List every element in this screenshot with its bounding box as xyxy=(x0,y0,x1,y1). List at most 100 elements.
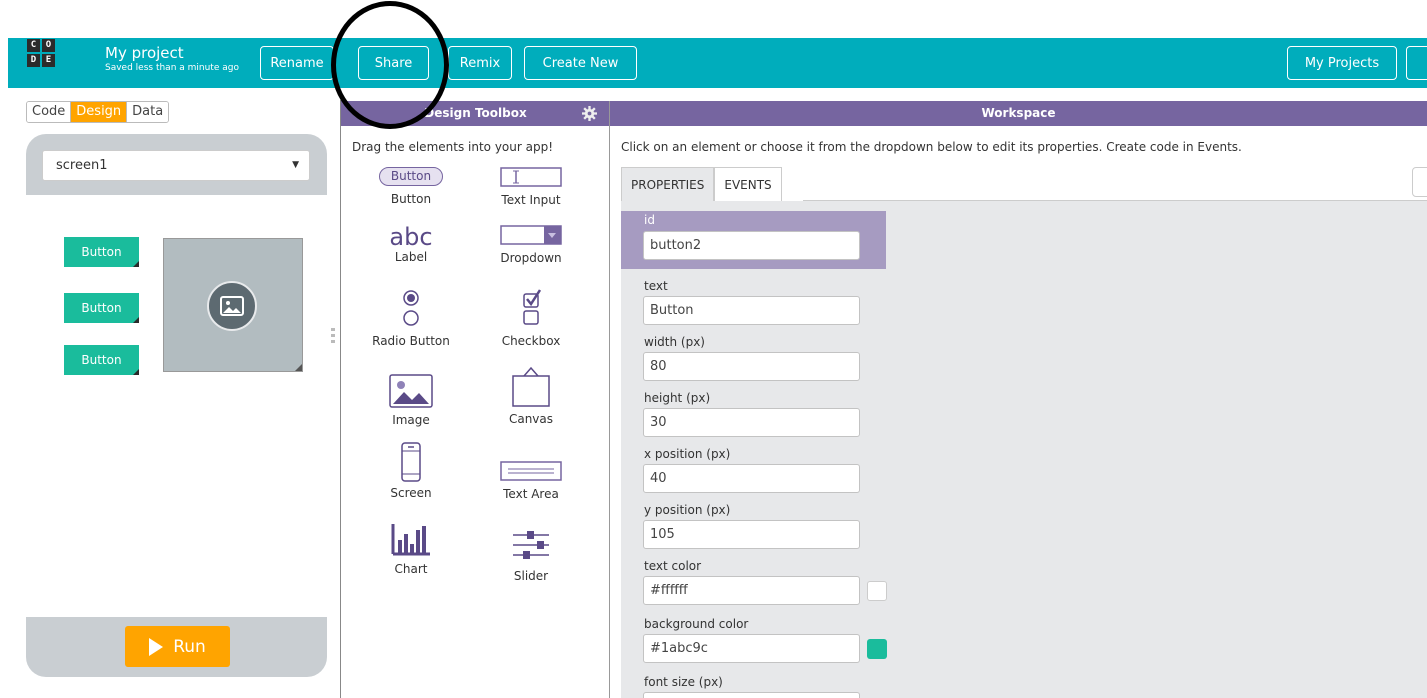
logo-letter: D xyxy=(27,54,40,67)
text-area-icon xyxy=(500,461,562,481)
workspace-hint: Click on an element or choose it from th… xyxy=(621,140,1242,154)
remix-button[interactable]: Remix xyxy=(448,46,512,80)
tool-label: Radio Button xyxy=(372,334,450,348)
font-size-label: font size (px) xyxy=(644,675,723,689)
font-size-input[interactable] xyxy=(643,692,860,698)
text-input[interactable]: Button xyxy=(643,296,860,325)
toolbox-item-chart[interactable]: Chart xyxy=(366,522,456,576)
image-icon xyxy=(207,281,257,331)
label-tool-icon: abc xyxy=(389,223,433,251)
run-button[interactable]: Run xyxy=(125,626,230,667)
id-label: id xyxy=(644,213,655,227)
tool-label: Checkbox xyxy=(501,334,561,348)
dropdown-icon xyxy=(500,225,562,245)
resize-grip-handle[interactable] xyxy=(331,328,335,346)
background-color-swatch[interactable] xyxy=(867,639,887,659)
toolbox-item-slider[interactable]: Slider xyxy=(486,529,576,583)
text-color-label: text color xyxy=(644,559,702,573)
tool-label: Canvas xyxy=(508,412,554,426)
gear-icon[interactable] xyxy=(582,106,597,121)
workspace-header: Workspace xyxy=(610,101,1427,126)
canvas-tool-icon xyxy=(512,366,550,407)
toolbox-item-dropdown[interactable]: Dropdown xyxy=(486,225,576,265)
rename-button[interactable]: Rename xyxy=(260,46,334,80)
tab-events[interactable]: EVENTS xyxy=(714,167,782,201)
project-title: My project xyxy=(105,44,184,62)
y-position-label: y position (px) xyxy=(644,503,731,517)
width-input[interactable]: 80 xyxy=(643,352,860,381)
toolbox-item-canvas[interactable]: Canvas xyxy=(486,366,576,426)
data-mode-tab[interactable]: Data xyxy=(127,102,169,122)
element-select-dropdown[interactable] xyxy=(1412,167,1427,197)
app-screen-canvas[interactable]: Button Button Button xyxy=(26,195,327,617)
radio-button-icon xyxy=(403,290,419,326)
tab-properties[interactable]: PROPERTIES xyxy=(621,167,715,201)
slider-tool-icon xyxy=(513,531,549,559)
logo-letter: O xyxy=(42,39,55,52)
checkbox-icon xyxy=(523,289,541,325)
workspace-tabs: PROPERTIES EVENTS xyxy=(621,167,782,201)
width-label: width (px) xyxy=(644,335,705,349)
toolbox-item-checkbox[interactable]: Checkbox xyxy=(486,288,576,348)
app-button[interactable]: Button xyxy=(64,345,139,375)
code-mode-tab[interactable]: Code xyxy=(27,102,72,122)
toolbox-title: Design Toolbox xyxy=(424,106,527,120)
x-position-input[interactable]: 40 xyxy=(643,464,860,493)
tool-label: Screen xyxy=(390,486,432,500)
button-tool-icon: Button xyxy=(379,167,443,186)
tool-label: Chart xyxy=(394,562,428,576)
toolbox-item-image[interactable]: Image xyxy=(366,374,456,427)
my-projects-button[interactable]: My Projects xyxy=(1287,46,1397,80)
chart-tool-icon xyxy=(391,524,430,556)
header-menu-button[interactable] xyxy=(1406,46,1427,80)
toolbox-item-text-input[interactable]: Text Input xyxy=(486,167,576,207)
image-tool-icon xyxy=(389,374,433,408)
share-button[interactable]: Share xyxy=(358,46,429,80)
app-preview-phone: screen1 ▼ Button Button Button Run xyxy=(26,134,327,677)
tool-label: Button xyxy=(390,192,432,206)
run-label: Run xyxy=(173,636,206,657)
panel-divider xyxy=(340,100,341,698)
app-button[interactable]: Button xyxy=(64,237,139,267)
mode-toggle: Code Design Data xyxy=(26,101,170,123)
panel-divider xyxy=(609,101,610,698)
tool-label: Text Area xyxy=(503,487,559,501)
toolbox-item-screen[interactable]: Screen xyxy=(366,442,456,500)
app-image-placeholder[interactable] xyxy=(163,238,303,372)
tool-label: Slider xyxy=(513,569,549,583)
tool-label: Label xyxy=(394,250,428,264)
screen-dropdown[interactable]: screen1 ▼ xyxy=(42,150,310,181)
id-input[interactable]: button2 xyxy=(643,231,860,260)
height-input[interactable]: 30 xyxy=(643,408,860,437)
save-status: Saved less than a minute ago xyxy=(105,63,239,73)
app-button[interactable]: Button xyxy=(64,293,139,323)
screen-dropdown-value: screen1 xyxy=(56,158,108,173)
y-position-input[interactable]: 105 xyxy=(643,520,860,549)
design-mode-tab[interactable]: Design xyxy=(71,102,128,122)
x-position-label: x position (px) xyxy=(644,447,731,461)
text-label: text xyxy=(644,279,668,293)
tool-label: Dropdown xyxy=(500,251,562,265)
logo-letter: C xyxy=(27,39,40,52)
toolbox-item-label[interactable]: abc Label xyxy=(366,224,456,264)
tool-label: Image xyxy=(392,413,430,427)
dropdown-caret-icon: ▼ xyxy=(292,160,299,170)
play-icon xyxy=(149,637,164,656)
code-org-logo[interactable]: C O D E xyxy=(27,39,55,67)
text-color-swatch[interactable] xyxy=(867,581,887,601)
toolbox-item-radio-button[interactable]: Radio Button xyxy=(366,290,456,348)
background-color-input[interactable]: #1abc9c xyxy=(643,634,860,663)
toolbox-item-text-area[interactable]: Text Area xyxy=(486,461,576,501)
text-color-input[interactable]: #ffffff xyxy=(643,576,860,605)
tool-label: Text Input xyxy=(501,193,561,207)
screen-tool-icon xyxy=(401,442,421,482)
height-label: height (px) xyxy=(644,391,711,405)
text-input-icon xyxy=(500,167,562,187)
background-color-label: background color xyxy=(644,617,749,631)
top-header-bar: C O D E My project Saved less than a min… xyxy=(8,38,1427,88)
logo-letter: E xyxy=(42,54,55,67)
toolbox-item-button[interactable]: Button Button xyxy=(366,167,456,206)
toolbox-header: Design Toolbox xyxy=(341,101,610,126)
create-new-button[interactable]: Create New xyxy=(524,46,637,80)
toolbox-hint: Drag the elements into your app! xyxy=(352,140,554,154)
